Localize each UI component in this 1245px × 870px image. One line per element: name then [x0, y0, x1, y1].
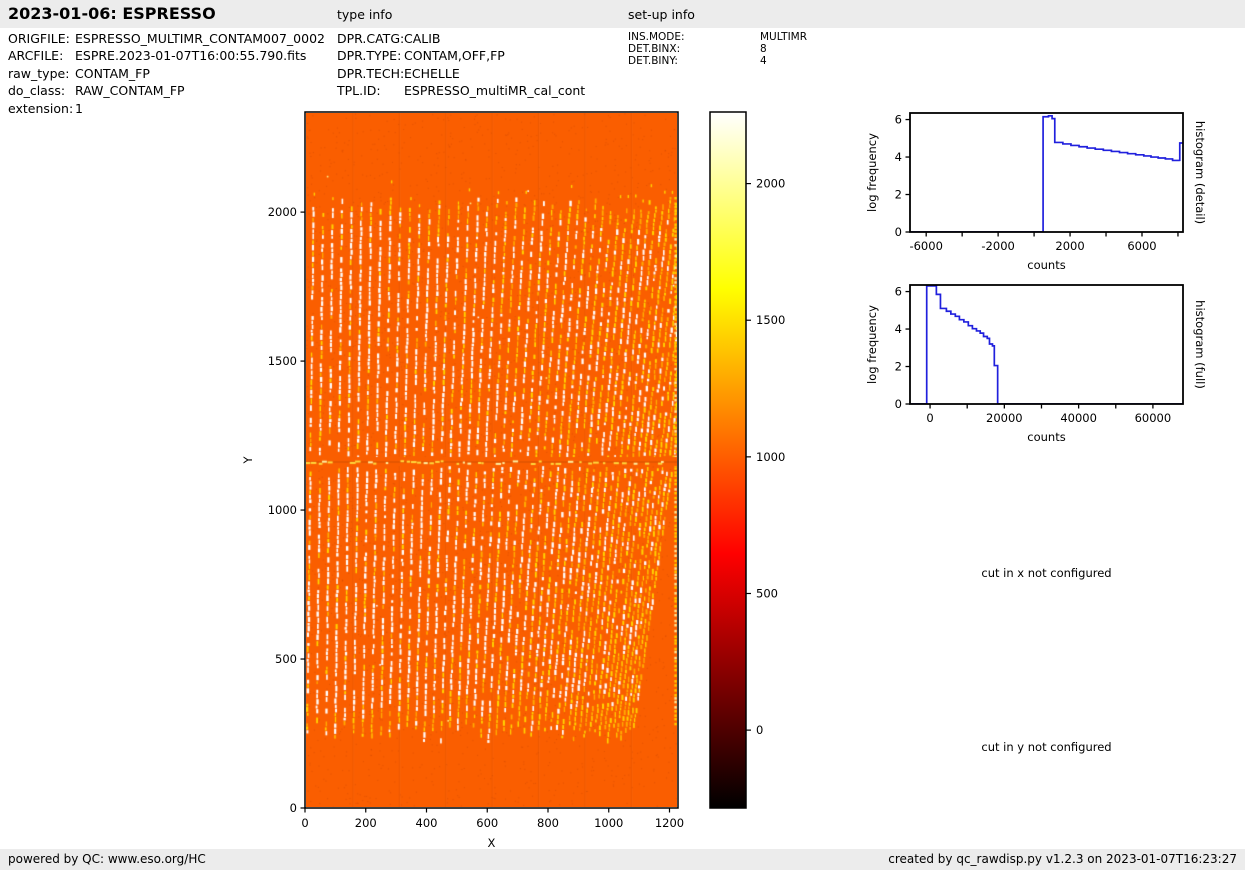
field-value: 4 — [760, 54, 767, 67]
type-info-row: DPR.CATG: CALIB — [337, 30, 585, 47]
qc-rawdisp-page: 2023-01-06: ESPRESSO type info set-up in… — [0, 0, 1245, 870]
y-tick-label: 500 — [275, 652, 297, 666]
y-tick-label: 2000 — [268, 205, 297, 219]
field-label: DPR.CATG: — [337, 31, 405, 46]
file-info-block: ORIGFILE: ESPRESSO_MULTIMR_CONTAM007_0002… — [8, 30, 325, 117]
field-label: extension: — [8, 100, 74, 116]
type-info-heading: type info — [337, 7, 393, 22]
y-tick-label: 1500 — [268, 354, 297, 368]
field-value: CALIB — [404, 31, 441, 46]
header-bar: 2023-01-06: ESPRESSO type info set-up in… — [0, 0, 1245, 28]
cut-y-message: cut in y not configured — [981, 740, 1112, 754]
field-value: CONTAM,OFF,FP — [404, 48, 505, 64]
raw-image-canvas — [306, 113, 677, 807]
x-tick-label: 40000 — [1060, 411, 1097, 425]
colorbar-tick-label: 0 — [756, 723, 763, 737]
setup-info-row: DET.BINX: 8 — [628, 42, 807, 56]
y-tick-label: 2 — [895, 188, 902, 202]
setup-info-block: INS.MODE: MULTIMR DET.BINX: 8 DET.BINY: 4 — [628, 31, 808, 68]
footer-right-text: created by qc_rawdisp.py v1.2.3 on 2023-… — [888, 852, 1237, 866]
field-value: ECHELLE — [404, 65, 460, 81]
colorbar-tick-label: 1500 — [756, 313, 785, 327]
field-value: ESPRESSO_multiMR_cal_cont — [404, 83, 586, 99]
y-tick-label: 0 — [895, 397, 902, 411]
x-tick-label: 20000 — [986, 411, 1023, 425]
field-label: ORIGFILE: — [8, 31, 70, 46]
x-tick-label: 400 — [416, 816, 438, 830]
colorbar-gradient — [710, 112, 746, 808]
colorbar-tick-label: 1000 — [756, 450, 785, 464]
file-info-row: ARCFILE: ESPRE.2023-01-07T16:00:55.790.fi… — [8, 47, 325, 64]
type-info-block: DPR.CATG: CALIB DPR.TYPE: CONTAM,OFF,FP DP… — [337, 30, 585, 100]
field-value: MULTIMR — [760, 31, 808, 43]
y-tick-label: 4 — [895, 322, 902, 336]
x-tick-label: 1000 — [594, 816, 623, 830]
page-title: 2023-01-06: ESPRESSO — [8, 4, 216, 23]
histogram-frame — [909, 284, 1184, 405]
setup-info-heading: set-up info — [628, 7, 695, 22]
y-tick-label: 2 — [895, 360, 902, 374]
x-tick-label: 2000 — [1055, 239, 1084, 253]
y-axis-label: log frequency — [865, 305, 879, 384]
field-value: ESPRE.2023-01-07T16:00:55.790.fits — [75, 48, 307, 64]
colorbar-tick-label: 2000 — [756, 177, 785, 191]
x-axis-label: X — [488, 836, 496, 850]
field-value: ESPRESSO_MULTIMR_CONTAM007_0002 — [75, 31, 325, 46]
x-tick-label: -6000 — [909, 239, 942, 253]
x-tick-label: 0 — [301, 816, 308, 830]
x-tick-label: 60000 — [1135, 411, 1172, 425]
x-tick-label: 6000 — [1127, 239, 1156, 253]
histogram-curve — [910, 285, 1183, 404]
x-axis-label: counts — [1027, 258, 1065, 272]
field-value: RAW_CONTAM_FP — [75, 83, 185, 99]
histogram-curve — [910, 114, 1183, 232]
type-info-row: DPR.TYPE: CONTAM,OFF,FP — [337, 47, 585, 64]
colorbar-tick-label: 500 — [756, 586, 778, 600]
file-info-row: do_class: RAW_CONTAM_FP — [8, 82, 325, 99]
field-label: do_class: — [8, 83, 66, 99]
y-tick-label: 0 — [290, 801, 297, 815]
field-label: TPL.ID: — [337, 83, 381, 99]
type-info-row: DPR.TECH: ECHELLE — [337, 65, 585, 82]
setup-info-row: DET.BINY: 4 — [628, 54, 807, 68]
footer-bar: powered by QC: www.eso.org/HC created by… — [0, 849, 1245, 870]
histogram-side-label: histogram (detail) — [1193, 121, 1207, 224]
file-info-row: extension: 1 — [8, 100, 325, 117]
type-info-row: TPL.ID: ESPRESSO_multiMR_cal_cont — [337, 82, 585, 99]
footer-left-text: powered by QC: www.eso.org/HC — [8, 852, 206, 866]
field-label: ARCFILE: — [8, 48, 64, 64]
x-tick-label: 800 — [537, 816, 559, 830]
field-value: 1 — [75, 100, 83, 116]
field-value: CONTAM_FP — [75, 65, 150, 81]
file-info-row: raw_type: CONTAM_FP — [8, 65, 325, 82]
y-axis-label: log frequency — [865, 133, 879, 212]
y-tick-label: 0 — [895, 225, 902, 239]
histogram-side-label: histogram (full) — [1193, 300, 1207, 389]
cut-x-message: cut in x not configured — [981, 566, 1112, 580]
field-label: raw_type: — [8, 65, 70, 81]
x-tick-label: -2000 — [981, 239, 1014, 253]
field-label: DPR.TYPE: — [337, 48, 402, 64]
histogram-frame — [909, 112, 1184, 233]
y-axis-label: Y — [241, 456, 255, 465]
file-info-row: ORIGFILE: ESPRESSO_MULTIMR_CONTAM007_0002 — [8, 30, 325, 47]
x-axis-label: counts — [1027, 430, 1065, 444]
x-tick-label: 600 — [476, 816, 498, 830]
x-tick-label: 0 — [926, 411, 933, 425]
field-label: DET.BINX: — [628, 42, 681, 55]
y-tick-label: 4 — [895, 150, 902, 164]
y-tick-label: 1000 — [268, 503, 297, 517]
field-label: DET.BINY: — [628, 54, 678, 67]
x-tick-label: 1200 — [655, 816, 684, 830]
y-tick-label: 6 — [895, 113, 902, 127]
field-value: 8 — [760, 42, 767, 55]
field-label: DPR.TECH: — [337, 65, 405, 81]
y-tick-label: 6 — [895, 285, 902, 299]
x-tick-label: 200 — [355, 816, 377, 830]
